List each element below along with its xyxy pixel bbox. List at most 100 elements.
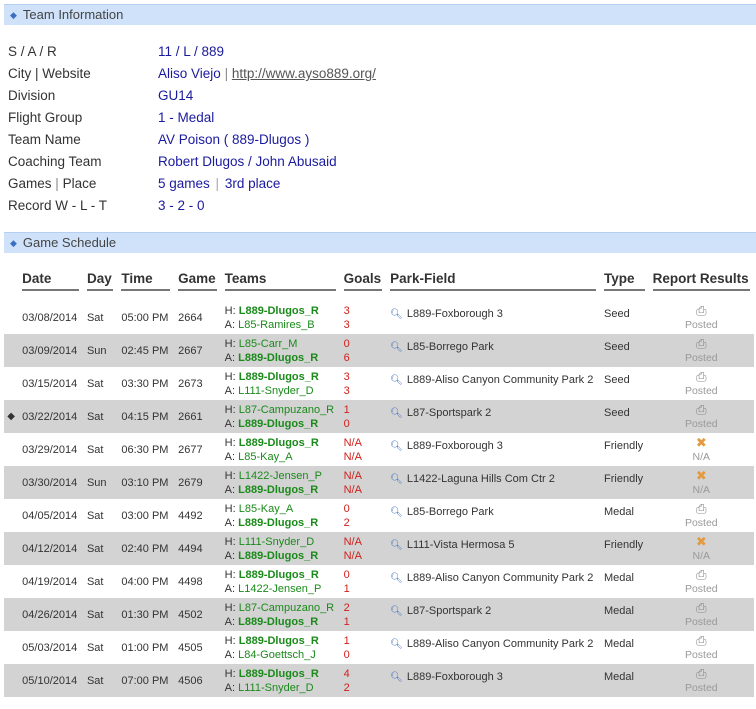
printer-icon[interactable]: ⎙ bbox=[653, 633, 750, 648]
report-results-cell[interactable]: ✖ N/A bbox=[648, 532, 754, 565]
info-label: City | Website bbox=[8, 66, 91, 81]
report-results-cell[interactable]: ⎙ Posted bbox=[649, 499, 754, 532]
teams-cell: H: L111-Snyder_D A: L889-Dlugos_R bbox=[220, 532, 340, 565]
game-number-cell: 2667 bbox=[174, 334, 221, 367]
day-cell: Sat bbox=[82, 400, 118, 433]
day-cell: Sat bbox=[82, 598, 118, 631]
diamond-bullet-icon: ◆ bbox=[10, 238, 17, 248]
result-status: Posted bbox=[684, 615, 718, 628]
result-status: Posted bbox=[684, 582, 718, 595]
magnifier-icon[interactable]: 🔍︎ bbox=[390, 672, 403, 683]
report-results-cell[interactable]: ⎙ Posted bbox=[648, 598, 754, 631]
away-prefix: A: bbox=[224, 615, 236, 628]
teams-cell: H: L889-Dlugos_R A: L1422-Jensen_P bbox=[221, 565, 340, 598]
day-cell: Sat bbox=[86, 311, 104, 324]
game-marker bbox=[4, 367, 18, 400]
report-results-cell[interactable]: ⎙ Posted bbox=[649, 631, 754, 664]
date-cell: 03/29/2014 bbox=[22, 443, 78, 456]
magnifier-icon[interactable]: 🔍︎ bbox=[390, 342, 403, 353]
home-goals: N/A bbox=[343, 469, 362, 482]
magnifier-icon[interactable]: 🔍︎ bbox=[390, 474, 403, 485]
away-goals: 1 bbox=[343, 615, 350, 628]
printer-icon[interactable]: ⎙ bbox=[653, 600, 750, 615]
game-marker bbox=[4, 598, 19, 631]
away-team: L889-Dlugos_R bbox=[238, 615, 319, 628]
park-field-name: L85-Borrego Park bbox=[406, 506, 494, 518]
result-status: Posted bbox=[684, 351, 718, 364]
away-team: L1422-Jensen_P bbox=[238, 582, 322, 595]
time-cell: 06:30 PM bbox=[121, 443, 169, 456]
day-cell: Sat bbox=[82, 532, 118, 565]
home-goals: 1 bbox=[343, 634, 350, 647]
home-team: L85-Kay_A bbox=[238, 502, 294, 515]
printer-icon[interactable]: ⎙ bbox=[653, 369, 750, 384]
magnifier-icon[interactable]: 🔍︎ bbox=[390, 639, 403, 650]
time-cell: 05:00 PM bbox=[121, 311, 169, 324]
time-cell: 04:00 PM bbox=[121, 575, 169, 588]
cross-icon[interactable]: ✖ bbox=[653, 534, 750, 549]
report-results-cell[interactable]: ⎙ Posted bbox=[648, 400, 754, 433]
schedule-body: 03/08/2014 Sat 05:00 PM 2664 H: L889-Dlugos_… bbox=[4, 301, 754, 697]
report-results-cell[interactable]: ⎙ Posted bbox=[649, 565, 754, 598]
report-results-cell[interactable]: ⎙ Posted bbox=[648, 334, 754, 367]
date-cell: 04/26/2014 bbox=[18, 598, 83, 631]
game-number-cell: 4498 bbox=[178, 575, 203, 588]
website-link[interactable]: http://www.ayso889.org/ bbox=[232, 66, 376, 81]
home-goals: 0 bbox=[343, 337, 350, 350]
info-label: S / A / R bbox=[8, 44, 57, 59]
printer-icon[interactable]: ⎙ bbox=[653, 501, 750, 516]
cross-icon[interactable]: ✖ bbox=[653, 468, 750, 483]
info-label: Flight Group bbox=[8, 110, 83, 125]
col-report-results: Report Results bbox=[649, 266, 754, 296]
magnifier-icon[interactable]: 🔍︎ bbox=[390, 507, 403, 518]
away-team: L889-Dlugos_R bbox=[238, 417, 319, 430]
away-team: L889-Dlugos_R bbox=[238, 351, 319, 364]
magnifier-icon[interactable]: 🔍︎ bbox=[390, 408, 403, 419]
date-cell: 03/30/2014 bbox=[18, 466, 83, 499]
goals-cell: N/A N/A bbox=[339, 466, 387, 499]
printer-icon[interactable]: ⎙ bbox=[653, 402, 750, 417]
time-cell: 01:00 PM bbox=[121, 641, 169, 654]
time-cell: 03:00 PM bbox=[121, 509, 169, 522]
type-cell: Seed bbox=[600, 400, 649, 433]
printer-icon[interactable]: ⎙ bbox=[653, 303, 750, 318]
schedule-row: 04/26/2014 Sat 01:30 PM 4502 H: L87-Campuzan… bbox=[4, 598, 754, 631]
game-marker bbox=[4, 301, 18, 334]
report-results-cell[interactable]: ✖ N/A bbox=[649, 433, 754, 466]
away-prefix: A: bbox=[224, 351, 236, 364]
magnifier-icon[interactable]: 🔍︎ bbox=[390, 375, 403, 386]
magnifier-icon[interactable]: 🔍︎ bbox=[390, 309, 403, 320]
info-label: Team Name bbox=[8, 132, 81, 147]
away-prefix: A: bbox=[224, 483, 236, 496]
day-cell: Sat bbox=[86, 641, 104, 654]
printer-icon[interactable]: ⎙ bbox=[653, 666, 750, 681]
type-cell: Medal bbox=[604, 638, 634, 650]
report-results-cell[interactable]: ⎙ Posted bbox=[649, 367, 754, 400]
park-field-name: L889-Foxborough 3 bbox=[406, 308, 503, 320]
report-results-cell[interactable]: ⎙ Posted bbox=[649, 301, 754, 334]
home-team: L889-Dlugos_R bbox=[238, 304, 319, 317]
date-cell: 03/15/2014 bbox=[22, 377, 78, 390]
cross-icon[interactable]: ✖ bbox=[653, 435, 750, 450]
report-results-cell[interactable]: ✖ N/A bbox=[648, 466, 754, 499]
magnifier-icon[interactable]: 🔍︎ bbox=[390, 573, 403, 584]
printer-icon[interactable]: ⎙ bbox=[653, 336, 750, 351]
magnifier-icon[interactable]: 🔍︎ bbox=[390, 441, 403, 452]
goals-cell: 42 bbox=[339, 664, 387, 697]
magnifier-icon[interactable]: 🔍︎ bbox=[390, 606, 403, 617]
printer-icon[interactable]: ⎙ bbox=[653, 567, 750, 582]
park-field-cell: 🔍︎ L889-Foxborough 3 bbox=[386, 664, 601, 697]
home-team: L889-Dlugos_R bbox=[238, 370, 319, 383]
goals-cell: 10 bbox=[339, 400, 387, 433]
home-goals: 0 bbox=[343, 568, 350, 581]
schedule-row: 03/15/2014 Sat 03:30 PM 2673 H: L889-Dlugos_… bbox=[4, 367, 754, 400]
magnifier-icon[interactable]: 🔍︎ bbox=[390, 540, 403, 551]
teams-cell: H: L87-Campuzano_R A: L889-Dlugos_R bbox=[220, 400, 340, 433]
game-number-cell: 4506 bbox=[174, 664, 221, 697]
report-results-cell[interactable]: ⎙ Posted bbox=[648, 664, 754, 697]
game-schedule-title: Game Schedule bbox=[22, 235, 117, 250]
time-cell: 03:10 PM bbox=[117, 466, 175, 499]
schedule-row: 03/29/2014 Sat 06:30 PM 2677 H: L889-Dlugos_… bbox=[4, 433, 754, 466]
day-cell: Sat bbox=[86, 575, 104, 588]
away-goals: N/A bbox=[343, 549, 362, 562]
